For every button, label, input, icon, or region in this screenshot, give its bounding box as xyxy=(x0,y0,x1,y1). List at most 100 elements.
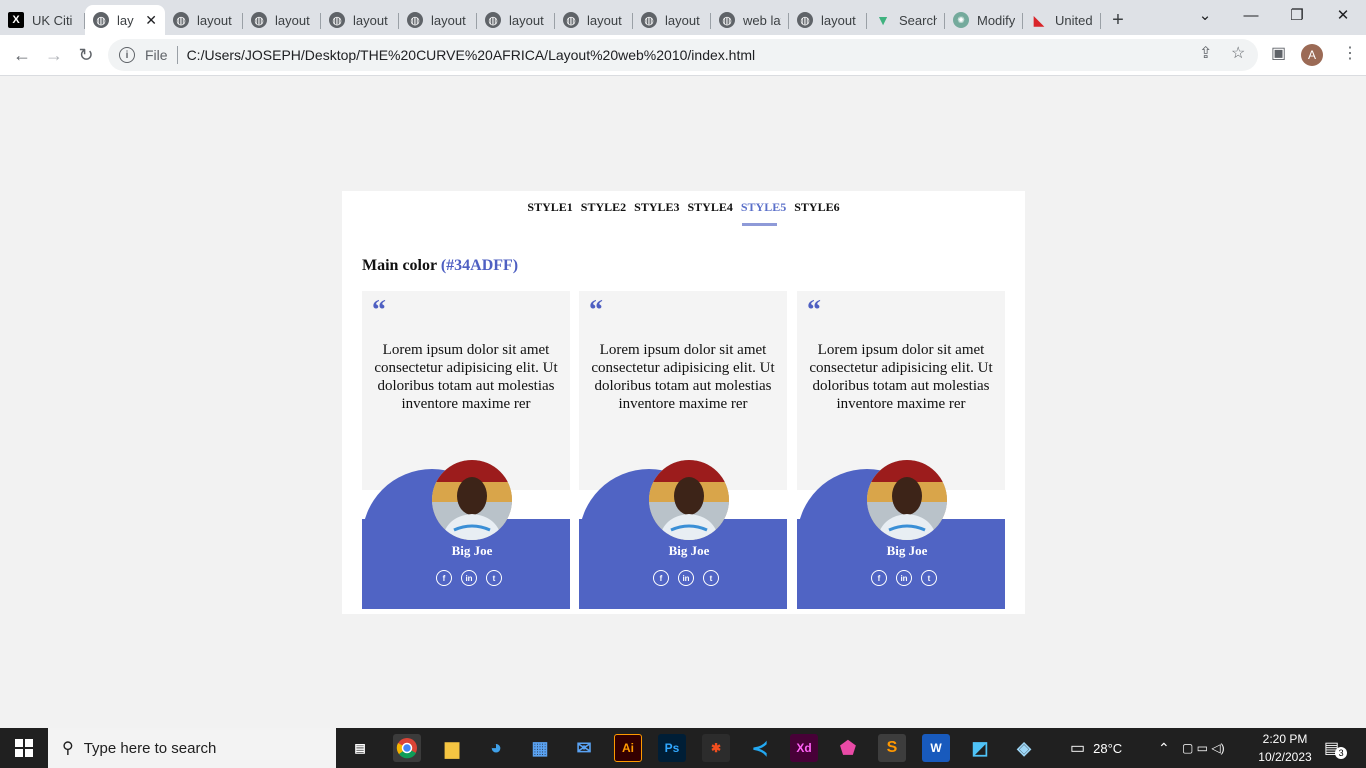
section-heading: Main color (#34ADFF) xyxy=(362,257,518,275)
twitter-icon[interactable]: t xyxy=(486,570,502,586)
mail-icon[interactable]: ✉ xyxy=(570,734,598,762)
address-bar[interactable]: i File C:/Users/JOSEPH/Desktop/THE%20CUR… xyxy=(108,39,1258,71)
new-tab-button[interactable]: + xyxy=(1101,5,1135,35)
style-tabs: STYLE1 STYLE2 STYLE3 STYLE4 STYLE5 STYLE… xyxy=(342,200,1025,215)
task-view-icon[interactable]: ▤ xyxy=(346,734,374,762)
vscode-icon[interactable]: ≺ xyxy=(746,734,774,762)
tab-style5-active[interactable]: STYLE5 xyxy=(741,200,786,215)
taskbar-search[interactable]: ⚲ Type here to search xyxy=(48,728,336,768)
tab-14[interactable]: ◣ United xyxy=(1023,5,1101,35)
tab-label: layout xyxy=(275,12,310,28)
tab-label: layout xyxy=(353,12,388,28)
side-panel-icon[interactable]: ▣ xyxy=(1271,43,1286,63)
notifications-icon[interactable]: ▤ 3 xyxy=(1324,728,1348,768)
tray-chevron-icon[interactable]: ⌃ xyxy=(1158,728,1170,768)
xd-icon[interactable]: Xd xyxy=(790,734,818,762)
social-links: f in t xyxy=(871,570,937,586)
linkedin-icon[interactable]: in xyxy=(461,570,477,586)
globe-icon: ◍ xyxy=(173,12,189,28)
word-icon[interactable]: W xyxy=(922,734,950,762)
info-icon[interactable]: i xyxy=(119,47,135,63)
tab-1[interactable]: X UK Citi xyxy=(0,5,85,35)
globe-icon: ◍ xyxy=(407,12,423,28)
restore-icon[interactable]: ❐ xyxy=(1274,0,1320,30)
tab-label: layout xyxy=(509,12,544,28)
vue-icon: ▼ xyxy=(876,12,890,28)
tab-6[interactable]: ◍ layout xyxy=(399,5,477,35)
tab-9[interactable]: ◍ layout xyxy=(633,5,711,35)
windows-start-icon[interactable] xyxy=(0,728,48,768)
tab-11[interactable]: ◍ layout xyxy=(789,5,867,35)
facebook-icon[interactable]: f xyxy=(871,570,887,586)
globe-icon: ◍ xyxy=(485,12,501,28)
minimize-icon[interactable]: — xyxy=(1228,0,1274,30)
quote-icon: “ xyxy=(372,295,386,326)
back-arrow-icon[interactable]: ← xyxy=(8,41,36,69)
close-tab-icon[interactable]: ✕ xyxy=(145,12,157,29)
tray-status-icons[interactable]: ▢ ▭ ◁) xyxy=(1182,728,1225,768)
twitter-icon[interactable]: t xyxy=(921,570,937,586)
tab-7[interactable]: ◍ layout xyxy=(477,5,555,35)
store-icon[interactable]: ▦ xyxy=(526,734,554,762)
photos-icon[interactable]: ◩ xyxy=(966,734,994,762)
tab-style2[interactable]: STYLE2 xyxy=(581,200,626,215)
snip-icon[interactable]: ◈ xyxy=(1010,734,1038,762)
weather-widget[interactable]: ▭ 28°C xyxy=(1070,728,1122,768)
tab-style6[interactable]: STYLE6 xyxy=(794,200,839,215)
avatar xyxy=(649,460,729,540)
testimonial-text: Lorem ipsum dolor sit amet consectetur a… xyxy=(809,342,993,412)
avatar xyxy=(432,460,512,540)
twitter-icon[interactable]: t xyxy=(703,570,719,586)
tab-5[interactable]: ◍ layout xyxy=(321,5,399,35)
share-icon[interactable]: ⇪ xyxy=(1199,43,1212,63)
sublime-icon[interactable]: S xyxy=(878,734,906,762)
globe-icon: ◍ xyxy=(329,12,345,28)
social-links: f in t xyxy=(653,570,719,586)
tab-12[interactable]: ▼ Search xyxy=(867,5,945,35)
facebook-icon[interactable]: f xyxy=(436,570,452,586)
menu-kebab-icon[interactable]: ⋮ xyxy=(1342,43,1358,63)
tab-label: UK Citi xyxy=(32,12,73,28)
tab-10[interactable]: ◍ web lay xyxy=(711,5,789,35)
divider xyxy=(176,46,178,64)
close-window-icon[interactable]: ✕ xyxy=(1320,0,1366,30)
globe-icon: ◍ xyxy=(93,12,109,28)
tab-label: layout xyxy=(587,12,622,28)
weather-icon: ▭ xyxy=(1070,740,1086,757)
linkedin-icon[interactable]: in xyxy=(678,570,694,586)
tab-style3[interactable]: STYLE3 xyxy=(634,200,679,215)
avatar xyxy=(867,460,947,540)
tab-style1[interactable]: STYLE1 xyxy=(527,200,572,215)
testimonial-card: “ Lorem ipsum dolor sit amet consectetur… xyxy=(797,291,1005,609)
tab-style4[interactable]: STYLE4 xyxy=(688,200,733,215)
edge-icon[interactable]: ◕ xyxy=(482,734,510,762)
clock[interactable]: 2:20 PM 10/2/2023 xyxy=(1250,728,1320,768)
linkedin-icon[interactable]: in xyxy=(896,570,912,586)
tab-strip: X UK Citi ◍ lay ✕ ◍ layout ◍ layout ◍ layou… xyxy=(0,0,1366,35)
testimonial-section: STYLE1 STYLE2 STYLE3 STYLE4 STYLE5 STYLE… xyxy=(342,191,1025,614)
tab-4[interactable]: ◍ layout xyxy=(243,5,321,35)
tab-2-active[interactable]: ◍ lay ✕ xyxy=(85,5,165,35)
tab-label: Search xyxy=(899,12,937,28)
tab-8[interactable]: ◍ layout xyxy=(555,5,633,35)
bookmark-star-icon[interactable]: ☆ xyxy=(1231,43,1245,63)
figma-icon[interactable]: ✱ xyxy=(702,734,730,762)
profile-avatar[interactable]: A xyxy=(1301,44,1323,66)
facebook-icon[interactable]: f xyxy=(653,570,669,586)
globe-icon: ◍ xyxy=(563,12,579,28)
wps-icon[interactable]: ⬟ xyxy=(834,734,862,762)
url-text[interactable]: C:/Users/JOSEPH/Desktop/THE%20CURVE%20AF… xyxy=(187,47,756,63)
tab-3[interactable]: ◍ layout xyxy=(165,5,243,35)
file-explorer-icon[interactable]: ▆ xyxy=(438,734,466,762)
tab-label: layout xyxy=(197,12,232,28)
tab-label: layout xyxy=(665,12,700,28)
tab-label: Modify xyxy=(977,12,1015,28)
illustrator-icon[interactable]: Ai xyxy=(614,734,642,762)
person-name: Big Joe xyxy=(668,543,710,558)
photoshop-icon[interactable]: Ps xyxy=(658,734,686,762)
forward-arrow-icon[interactable]: → xyxy=(40,41,68,69)
tab-13[interactable]: ✺ Modify xyxy=(945,5,1023,35)
chrome-icon[interactable] xyxy=(393,734,421,762)
reload-icon[interactable]: ↻ xyxy=(72,41,100,69)
tab-search-chevron-icon[interactable]: ⌄ xyxy=(1182,0,1228,30)
